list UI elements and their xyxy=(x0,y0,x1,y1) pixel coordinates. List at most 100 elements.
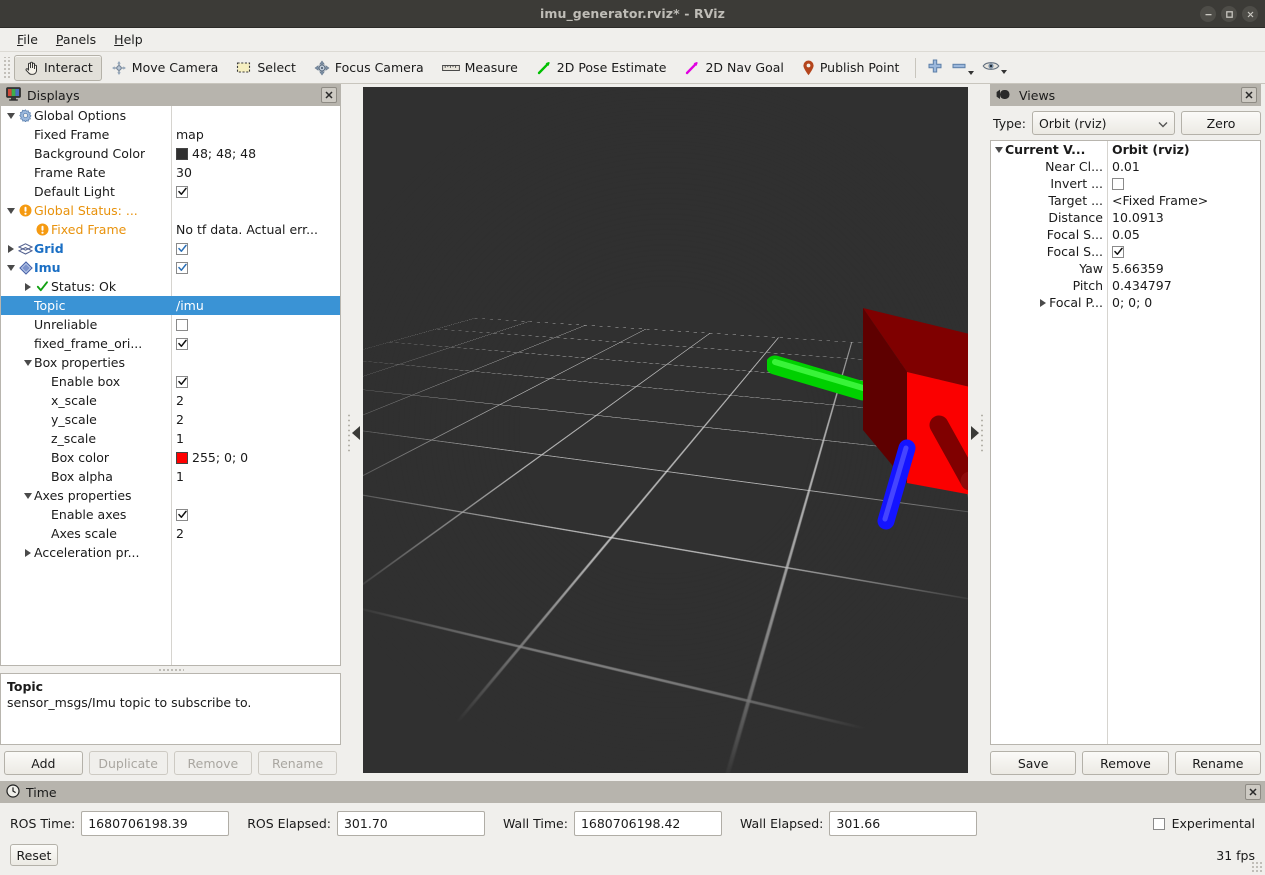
right-splitter[interactable] xyxy=(968,84,990,781)
save-view-button[interactable]: Save xyxy=(990,751,1077,775)
display-row-value-cell[interactable]: 2 xyxy=(171,526,340,541)
display-row-default-light[interactable]: Default Light xyxy=(1,182,340,201)
expander-collapse-icon[interactable] xyxy=(993,146,1005,153)
expander-collapse-icon[interactable] xyxy=(5,264,17,271)
expander-collapse-icon[interactable] xyxy=(5,112,17,119)
views-tree[interactable]: Current V... Orbit (rviz) Near Cl... 0.01 In… xyxy=(990,140,1261,745)
display-row-y-scale[interactable]: y_scale 2 xyxy=(1,410,340,429)
close-button[interactable] xyxy=(1242,6,1258,22)
view-row-value-cell[interactable] xyxy=(1107,177,1260,190)
display-row-enable-axes[interactable]: Enable axes xyxy=(1,505,340,524)
checkbox-checked[interactable] xyxy=(176,375,188,388)
view-row-focal-p[interactable]: Focal P... 0; 0; 0 xyxy=(991,294,1260,311)
display-row-box-alpha[interactable]: Box alpha 1 xyxy=(1,467,340,486)
view-type-select[interactable]: Orbit (rviz) xyxy=(1031,111,1175,135)
displays-tree[interactable]: Global Options Fixed Frame map Background C… xyxy=(0,106,341,666)
display-row-value-cell[interactable]: 255; 0; 0 xyxy=(171,450,340,465)
display-row-global-options[interactable]: Global Options xyxy=(1,106,340,125)
display-row-value-cell[interactable] xyxy=(171,261,340,274)
tool-publish-point[interactable]: Publish Point xyxy=(793,55,909,81)
zero-view-button[interactable]: Zero xyxy=(1181,111,1261,135)
display-row-topic[interactable]: Topic/imu xyxy=(1,296,340,315)
view-row-distance[interactable]: Distance 10.0913 xyxy=(991,209,1260,226)
left-splitter[interactable] xyxy=(341,84,363,781)
experimental-checkbox[interactable] xyxy=(1152,817,1165,830)
add-display-button[interactable]: Add xyxy=(4,751,83,775)
view-row-focal-s[interactable]: Focal S... 0.05 xyxy=(991,226,1260,243)
view-row-value-cell[interactable]: <Fixed Frame> xyxy=(1107,193,1260,208)
expander-collapse-icon[interactable] xyxy=(5,207,17,214)
tool-measure[interactable]: Measure xyxy=(433,55,527,80)
display-row-value-cell[interactable] xyxy=(171,318,340,331)
expander-expand-icon[interactable] xyxy=(1037,298,1049,307)
view-row-value-cell[interactable]: Orbit (rviz) xyxy=(1107,142,1260,157)
remove-view-button[interactable]: Remove xyxy=(1082,751,1169,775)
view-row-value-cell[interactable]: 5.66359 xyxy=(1107,261,1260,276)
display-row-fixed-frame[interactable]: Fixed Frame map xyxy=(1,125,340,144)
checkbox-unchecked[interactable] xyxy=(1112,177,1124,190)
3d-viewport[interactable] xyxy=(363,87,968,773)
view-row-value-cell[interactable]: 0.434797 xyxy=(1107,278,1260,293)
display-row-value-cell[interactable] xyxy=(171,242,340,255)
wall-time-input[interactable]: 1680706198.42 xyxy=(573,811,722,836)
tool-interact[interactable]: Interact xyxy=(14,54,102,81)
display-row-value-cell[interactable]: 48; 48; 48 xyxy=(171,146,340,161)
display-row-unreliable[interactable]: Unreliable xyxy=(1,315,340,334)
tool-2d-nav-goal[interactable]: 2D Nav Goal xyxy=(675,55,792,81)
expander-collapse-icon[interactable] xyxy=(22,359,34,366)
chevron-down-icon-2[interactable] xyxy=(1001,70,1008,74)
view-row-value-cell[interactable]: 0.05 xyxy=(1107,227,1260,242)
displays-close-icon[interactable] xyxy=(321,87,337,103)
ros-time-input[interactable]: 1680706198.39 xyxy=(81,811,230,836)
display-row-axes-properties[interactable]: Axes properties xyxy=(1,486,340,505)
add-tool-button[interactable] xyxy=(923,55,947,80)
reset-button[interactable]: Reset xyxy=(10,844,58,866)
display-row-enable-box[interactable]: Enable box xyxy=(1,372,340,391)
view-row-value-cell[interactable] xyxy=(1107,245,1260,258)
display-row-value-cell[interactable]: 30 xyxy=(171,165,340,180)
view-row-focal-s[interactable]: Focal S... xyxy=(991,243,1260,260)
display-row-value-cell[interactable] xyxy=(171,185,340,198)
view-row-value-cell[interactable]: 0.01 xyxy=(1107,159,1260,174)
expander-expand-icon[interactable] xyxy=(22,548,34,557)
display-row-z-scale[interactable]: z_scale 1 xyxy=(1,429,340,448)
display-row-value-cell[interactable] xyxy=(171,508,340,521)
checkbox-checked[interactable] xyxy=(176,508,188,521)
display-row-x-scale[interactable]: x_scale 2 xyxy=(1,391,340,410)
checkbox-checked[interactable] xyxy=(1112,245,1124,258)
display-row-value-cell[interactable]: 1 xyxy=(171,431,340,446)
display-row-value-cell[interactable] xyxy=(171,375,340,388)
display-row-value-cell[interactable]: /imu xyxy=(171,298,340,313)
remove-tool-button[interactable] xyxy=(947,55,978,80)
display-row-value-cell[interactable]: 2 xyxy=(171,412,340,427)
display-row-acceleration-pr[interactable]: Acceleration pr... xyxy=(1,543,340,562)
expander-expand-icon[interactable] xyxy=(22,282,34,291)
checkbox-checked[interactable] xyxy=(176,261,188,274)
display-row-box-properties[interactable]: Box properties xyxy=(1,353,340,372)
menu-file[interactable]: FFileile xyxy=(8,30,47,49)
experimental-toggle[interactable]: Experimental xyxy=(1152,816,1255,831)
time-close-icon[interactable] xyxy=(1245,784,1261,800)
wall-elapsed-input[interactable]: 301.66 xyxy=(829,811,978,836)
expander-expand-icon[interactable] xyxy=(5,244,17,253)
checkbox-checked[interactable] xyxy=(176,185,188,198)
checkbox-checked[interactable] xyxy=(176,337,188,350)
tool-move-camera[interactable]: Move Camera xyxy=(102,55,228,81)
collapse-left-arrow-icon[interactable] xyxy=(352,425,360,440)
maximize-button[interactable] xyxy=(1221,6,1237,22)
display-row-value-cell[interactable]: 1 xyxy=(171,469,340,484)
display-row-value-cell[interactable]: map xyxy=(171,127,340,142)
view-row-near-cl[interactable]: Near Cl... 0.01 xyxy=(991,158,1260,175)
view-row-invert[interactable]: Invert ... xyxy=(991,175,1260,192)
display-row-global-status[interactable]: Global Status: ... xyxy=(1,201,340,220)
display-row-grid[interactable]: Grid xyxy=(1,239,340,258)
display-row-axes-scale[interactable]: Axes scale 2 xyxy=(1,524,340,543)
menu-help[interactable]: Help xyxy=(105,30,152,49)
display-row-background-color[interactable]: Background Color 48; 48; 48 xyxy=(1,144,340,163)
color-swatch[interactable] xyxy=(176,451,188,464)
display-row-fixed-frame-ori[interactable]: fixed_frame_ori... xyxy=(1,334,340,353)
display-row-value-cell[interactable]: No tf data. Actual err... xyxy=(171,222,340,237)
ros-elapsed-input[interactable]: 301.70 xyxy=(336,811,485,836)
view-row-value-cell[interactable]: 0; 0; 0 xyxy=(1107,295,1260,310)
display-row-fixed-frame[interactable]: Fixed Frame No tf data. Actual err... xyxy=(1,220,340,239)
